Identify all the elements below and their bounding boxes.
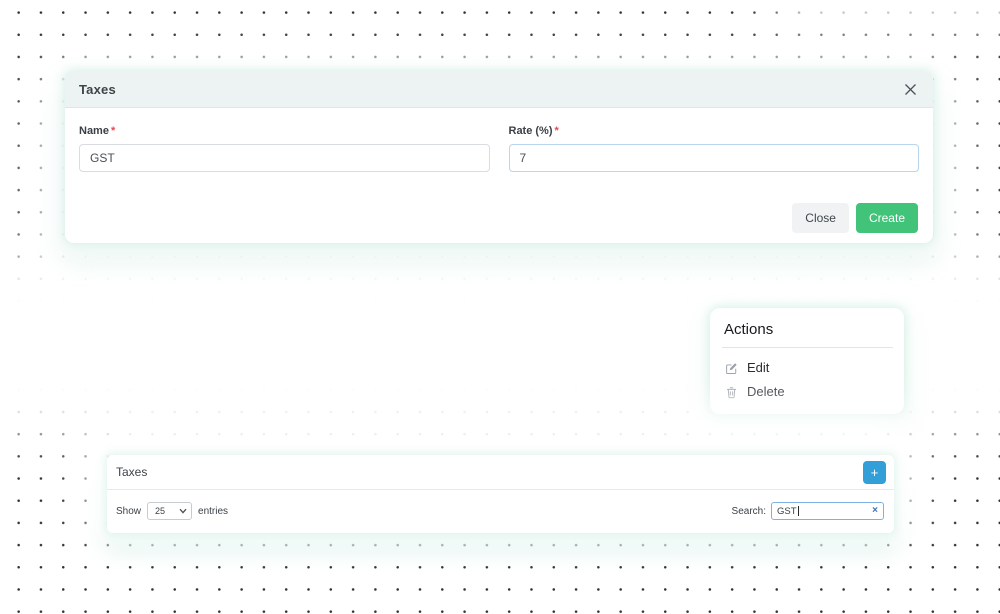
modal-header: Taxes [65,71,933,108]
actions-menu-title: Actions [710,308,904,347]
close-button[interactable]: Close [792,203,849,233]
modal-footer: Close Create [65,172,933,243]
entries-select-wrap: 25 [147,502,192,520]
text-cursor [798,506,799,516]
rate-label: Rate (%)* [509,125,920,137]
add-tax-button[interactable]: + [863,461,886,484]
name-label-text: Name [79,125,109,137]
taxes-panel: Taxes + Show 25 entries Search: GST [107,455,894,533]
required-asterisk: * [555,125,559,137]
actions-menu: Actions Edit Delete [710,308,904,414]
search-input[interactable]: GST × [771,502,884,520]
panel-toolbar: Show 25 entries Search: GST × [107,490,894,532]
modal-title: Taxes [79,82,116,97]
entries-label: entries [198,506,228,517]
menu-item-delete[interactable]: Delete [710,380,904,404]
create-button[interactable]: Create [856,203,918,233]
rate-label-text: Rate (%) [509,125,553,137]
menu-item-edit[interactable]: Edit [710,356,904,380]
required-asterisk: * [111,125,115,137]
modal-body: Name* Rate (%)* [65,108,933,172]
show-label: Show [116,506,141,517]
taxes-modal: Taxes Name* Rate (%)* Close Create [65,71,933,243]
panel-title: Taxes [116,465,147,479]
rate-field-group: Rate (%)* [509,125,920,172]
search-control: Search: GST × [732,502,884,520]
menu-item-label: Edit [747,360,769,376]
search-label: Search: [732,506,766,517]
name-field-group: Name* [79,125,490,172]
search-input-value: GST [777,506,797,517]
clear-search-icon[interactable]: × [872,506,878,516]
actions-list: Edit Delete [710,348,904,404]
entries-select[interactable]: 25 [147,502,192,520]
rate-input[interactable] [509,144,920,172]
close-icon[interactable] [903,82,918,97]
trash-icon [725,386,738,399]
page-background: { "modal": { "title": "Taxes", "fields":… [0,0,1000,614]
top-right-glow [775,0,1000,26]
entries-length-control: Show 25 entries [116,502,228,520]
panel-header: Taxes + [107,455,894,490]
edit-pencil-icon [725,362,738,375]
name-input[interactable] [79,144,490,172]
menu-item-label: Delete [747,384,785,400]
name-label: Name* [79,125,490,137]
